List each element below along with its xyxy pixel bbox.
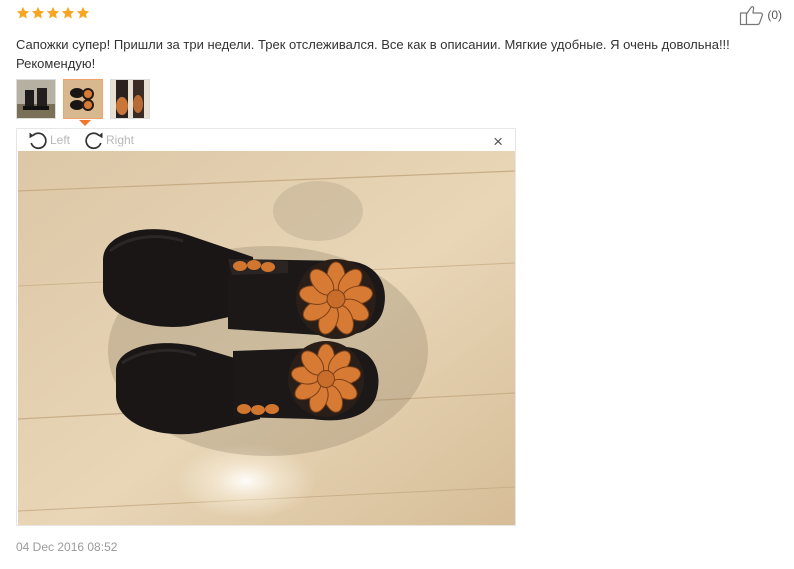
rotate-right-button[interactable]: Right (83, 130, 134, 150)
rotate-left-label: Left (50, 133, 71, 147)
star-icon (16, 6, 30, 19)
star-icon (46, 6, 60, 19)
star-icon (76, 6, 90, 19)
star-rating (16, 6, 90, 20)
helpful-count: (0) (767, 8, 782, 22)
thumbs-up-icon (740, 6, 764, 26)
rotate-right-icon (85, 132, 103, 150)
active-thumbnail-pointer (79, 120, 91, 126)
helpful-button[interactable]: (0) (739, 4, 782, 26)
photo-thumbnail-3[interactable] (110, 79, 150, 119)
photo-viewer: Left Right × (16, 128, 516, 526)
star-icon (31, 6, 45, 19)
viewer-toolbar: Left Right × (17, 129, 515, 151)
star-icon (61, 6, 75, 19)
rotate-left-button[interactable]: Left (27, 130, 70, 150)
rotate-right-label: Right (106, 133, 135, 147)
rotate-left-icon (29, 132, 47, 150)
thumbnail-image (111, 80, 149, 118)
review-photo (18, 151, 515, 525)
close-icon[interactable]: × (493, 133, 503, 150)
photo-thumbnail-1[interactable] (16, 79, 56, 119)
thumbnail-image (17, 80, 55, 118)
review-text: Сапожки супер! Пришли за три недели. Тре… (16, 37, 730, 71)
review-timestamp: 04 Dec 2016 08:52 (16, 540, 118, 554)
photo-thumbnails (16, 79, 150, 119)
photo-thumbnail-2[interactable] (63, 79, 103, 119)
thumbnail-image (64, 80, 102, 118)
